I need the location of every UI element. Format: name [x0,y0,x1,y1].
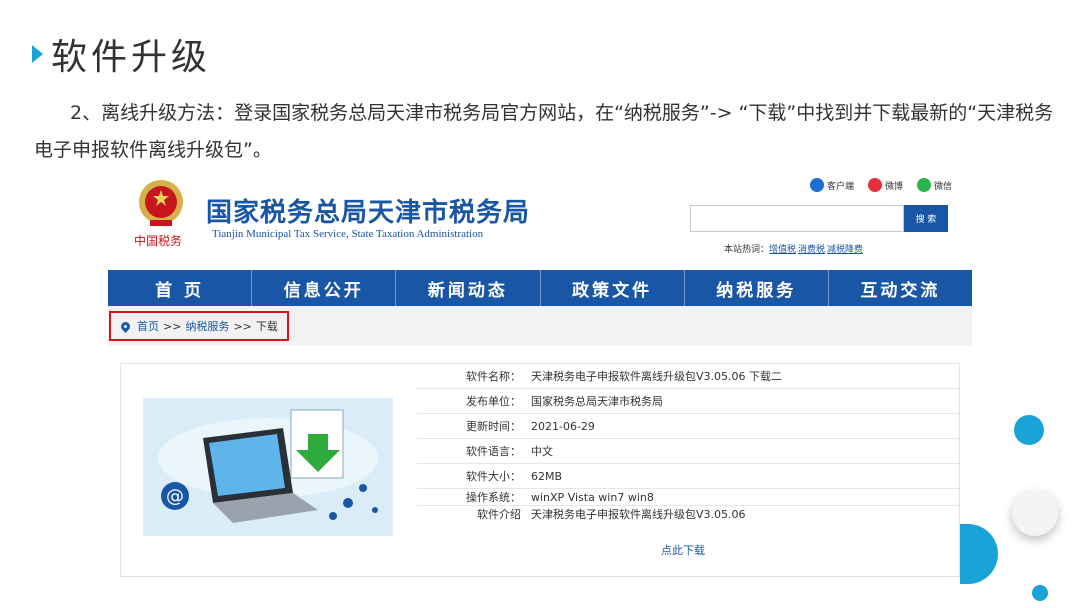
website-screenshot: 中国税务 国家税务总局天津市税务局 Tianjin Municipal Tax … [108,170,972,580]
hot-word-link[interactable]: 增值税 [769,245,796,255]
hot-words-label: 本站热词： [724,245,770,255]
nav-item-news[interactable]: 新闻动态 [396,270,541,306]
decorative-circle [1012,490,1058,536]
hot-words: 本站热词：增值税 消费税 减税降费 [724,242,865,255]
social-weibo-label: 微博 [884,181,903,192]
table-row: 软件介绍 天津税务电子申报软件离线升级包V3.05.06 [417,506,961,522]
row-value: 2021-06-29 [531,419,595,433]
instruction-text: 2、离线升级方法：登录国家税务总局天津市税务局官方网站，在“纳税服务”-> “下… [34,102,1054,161]
title-marker-icon [32,45,43,63]
table-row: 更新时间： 2021-06-29 [417,414,961,439]
hot-word-link[interactable]: 消费税 [798,245,825,255]
breadcrumb: 首页 >> 纳税服务 >> 下载 [109,311,289,341]
table-row: 操作系统： winXP Vista win7 win8 [417,489,961,506]
row-label: 软件语言： [466,445,521,458]
emblem-caption: 中国税务 [134,234,183,248]
social-weibo-link[interactable]: 微博 [867,178,903,192]
main-nav: 首 页 信息公开 新闻动态 政策文件 纳税服务 互动交流 [108,270,972,306]
breadcrumb-tax-service[interactable]: 纳税服务 [185,318,229,334]
row-label: 发布单位： [466,395,521,408]
software-info-table: 软件名称： 天津税务电子申报软件离线升级包V3.05.06 下载二 发布单位： 国家… [417,364,961,522]
social-links: 客户端 微博 微信 [809,178,952,192]
search-button[interactable]: 搜 索 [904,205,948,232]
nav-item-interaction[interactable]: 互动交流 [829,270,972,306]
breadcrumb-separator: >> [163,319,182,333]
decorative-circle [1014,415,1044,445]
instruction-paragraph: 2、离线升级方法：登录国家税务总局天津市税务局官方网站，在“纳税服务”-> “下… [34,95,1054,169]
nav-item-tax-service[interactable]: 纳税服务 [685,270,829,306]
row-value: 62MB [531,469,563,483]
download-link[interactable]: 点此下载 [661,542,705,558]
site-name[interactable]: 国家税务总局天津市税务局 [206,192,530,229]
row-value: 天津税务电子申报软件离线升级包V3.05.06 [531,508,746,521]
nav-item-policy[interactable]: 政策文件 [541,270,685,306]
social-app-label: 客户端 [826,181,854,192]
software-detail-panel: @ 软件名称： 天津税务电子申报软件离线升级包V3.05.06 下载二 发布单位：… [120,363,961,577]
social-app-link[interactable]: 客户端 [809,178,854,192]
table-row: 软件名称： 天津税务电子申报软件离线升级包V3.05.06 下载二 [417,364,961,389]
phone-app-icon [809,178,824,192]
slide-title-text: 软件升级 [51,37,212,78]
hot-word-link[interactable]: 减税降费 [827,245,863,255]
weibo-icon [867,178,882,192]
decorative-circle [1032,585,1048,601]
svg-text:@: @ [166,486,184,507]
breadcrumb-home[interactable]: 首页 [137,318,159,334]
row-label: 操作系统： [466,491,521,504]
site-subtitle: Tianjin Municipal Tax Service, State Tax… [212,228,484,240]
social-wechat-link[interactable]: 微信 [916,178,952,192]
table-row: 软件大小： 62MB [417,464,961,489]
slide-title: 软件升级 [32,28,211,80]
decorative-circle [960,524,998,584]
row-label: 软件介绍 [477,508,521,521]
row-value: 国家税务总局天津市税务局 [531,395,663,408]
breadcrumb-separator: >> [233,319,252,333]
table-row: 软件语言： 中文 [417,439,961,464]
search-input[interactable] [690,205,904,232]
national-emblem-icon [139,180,183,226]
row-label: 软件名称： [466,370,521,383]
social-wechat-label: 微信 [933,181,952,192]
table-row: 发布单位： 国家税务总局天津市税务局 [417,389,961,414]
row-value: 中文 [531,445,553,458]
row-label: 更新时间： [466,420,521,433]
nav-item-home[interactable]: 首 页 [108,270,253,306]
row-value: 天津税务电子申报软件离线升级包V3.05.06 下载二 [531,370,783,383]
row-label: 软件大小： [466,470,521,483]
location-pin-icon [119,319,132,333]
row-value: winXP Vista win7 win8 [531,490,654,504]
wechat-icon [916,178,931,192]
download-illustration: @ [143,398,393,536]
nav-item-info[interactable]: 信息公开 [252,270,397,306]
breadcrumb-current: 下载 [255,320,278,333]
